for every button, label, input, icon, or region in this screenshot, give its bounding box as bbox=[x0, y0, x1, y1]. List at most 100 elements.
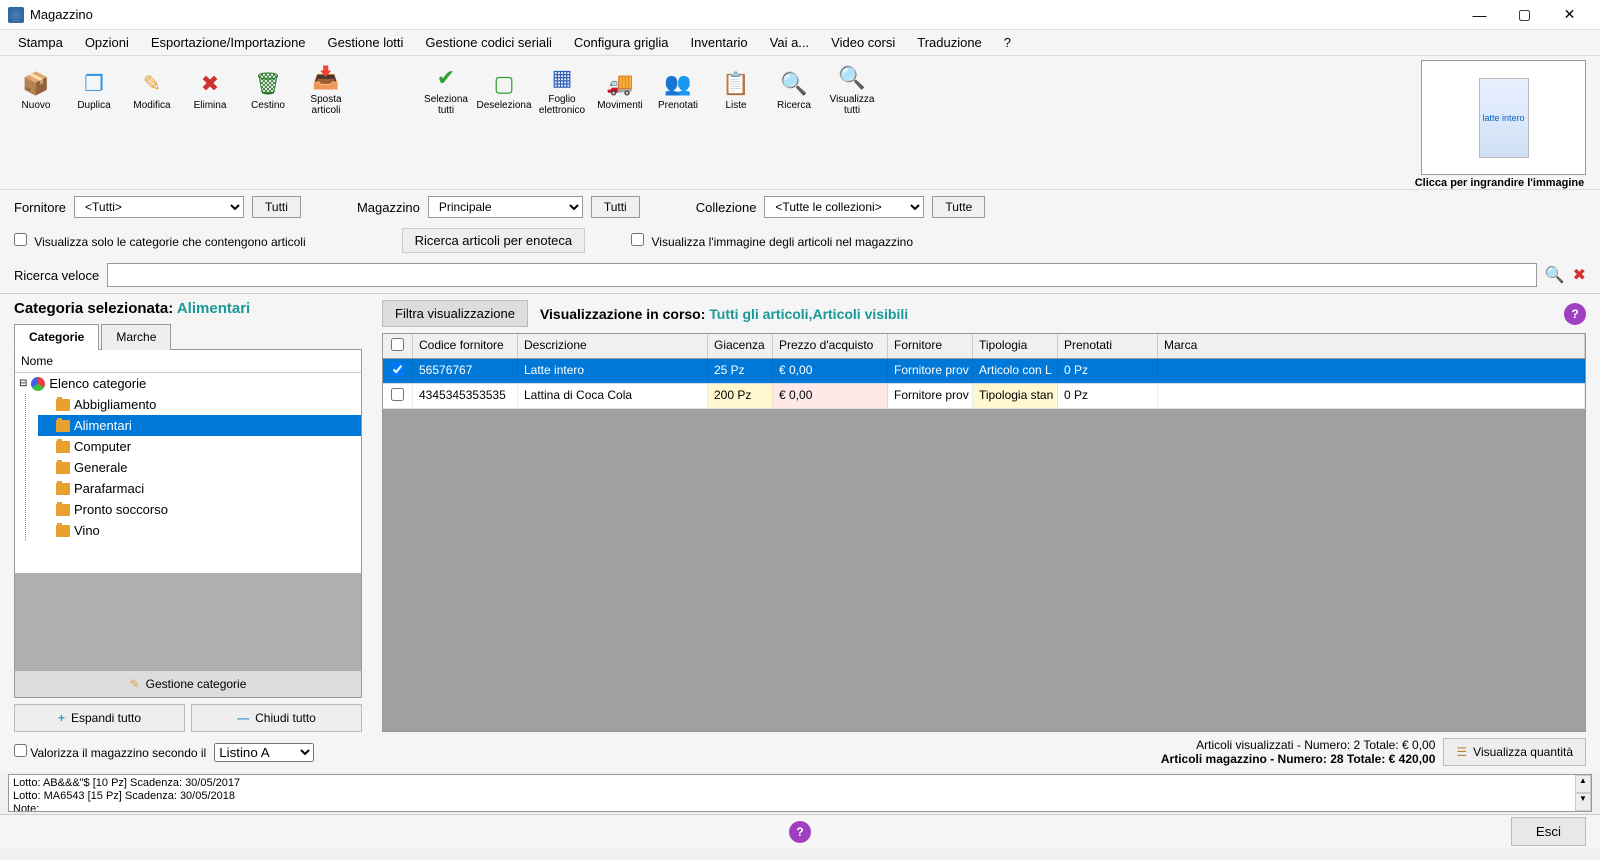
minimize-button[interactable]: — bbox=[1457, 0, 1502, 30]
fornitore-select[interactable]: <Tutti> bbox=[74, 196, 244, 218]
close-button[interactable]: ✕ bbox=[1547, 0, 1592, 30]
duplica-button[interactable]: ❐Duplica bbox=[66, 60, 122, 120]
help-bottom-icon[interactable]: ? bbox=[789, 821, 811, 843]
collezione-tutte-button[interactable]: Tutte bbox=[932, 196, 985, 218]
folder-icon bbox=[56, 483, 70, 495]
scroll-up[interactable]: ▲ bbox=[1575, 775, 1591, 793]
menu-gestione-lotti[interactable]: Gestione lotti bbox=[318, 31, 414, 54]
category-tree-box: Nome ⊟ Elenco categorie Abbigliamento Al… bbox=[14, 350, 362, 698]
visualizza-quantita-button[interactable]: ☰ Visualizza quantità bbox=[1443, 738, 1586, 766]
table-row[interactable]: 56576767Latte intero25 Pz€ 0,00Fornitore… bbox=[383, 359, 1585, 384]
collezione-select[interactable]: <Tutte le collezioni> bbox=[764, 196, 924, 218]
visualizza-tutti-button[interactable]: 🔍Visualizza tutti bbox=[824, 60, 880, 120]
move-icon: 📥 bbox=[312, 64, 340, 92]
status-bar: ? Esci bbox=[0, 814, 1600, 848]
ricerca-enoteca-button[interactable]: Ricerca articoli per enoteca bbox=[402, 228, 586, 253]
col-checkbox[interactable] bbox=[383, 334, 413, 358]
deseleziona-button[interactable]: ▢Deseleziona bbox=[476, 60, 532, 120]
duplicate-icon: ❐ bbox=[80, 70, 108, 98]
folder-icon bbox=[56, 504, 70, 516]
menu-configura-griglia[interactable]: Configura griglia bbox=[564, 31, 679, 54]
nuovo-button[interactable]: 📦Nuovo bbox=[8, 60, 64, 120]
fornitore-tutti-button[interactable]: Tutti bbox=[252, 196, 301, 218]
tree-item-alimentari[interactable]: Alimentari bbox=[38, 415, 361, 436]
tab-categorie[interactable]: Categorie bbox=[14, 324, 99, 350]
product-image: latte intero bbox=[1479, 78, 1529, 158]
valorizza-checkbox[interactable]: Valorizza il magazzino secondo il bbox=[14, 744, 206, 760]
tree-item-computer[interactable]: Computer bbox=[38, 436, 361, 457]
search-go-icon[interactable]: 🔍 bbox=[1545, 265, 1565, 285]
col-prenotati[interactable]: Prenotati bbox=[1058, 334, 1158, 358]
view-label: Visualizzazione in corso: Tutti gli arti… bbox=[540, 306, 908, 322]
deselect-icon: ▢ bbox=[490, 70, 518, 98]
gestione-categorie-button[interactable]: ✎ Gestione categorie bbox=[15, 670, 361, 697]
category-tree[interactable]: ⊟ Elenco categorie Abbigliamento Aliment… bbox=[15, 373, 361, 573]
col-marca[interactable]: Marca bbox=[1158, 334, 1585, 358]
esci-button[interactable]: Esci bbox=[1511, 817, 1586, 846]
chiudi-button[interactable]: — Chiudi tutto bbox=[191, 704, 362, 732]
menu-vai-a[interactable]: Vai a... bbox=[760, 31, 820, 54]
listino-select[interactable]: Listino A bbox=[214, 743, 314, 762]
tree-item-generale[interactable]: Generale bbox=[38, 457, 361, 478]
row-checkbox[interactable] bbox=[391, 388, 404, 401]
lotto-info[interactable]: Lotto: AB&&&"$ [10 Pz] Scadenza: 30/05/2… bbox=[8, 774, 1592, 812]
footer-row: Valorizza il magazzino secondo il Listin… bbox=[0, 732, 1600, 772]
foglio-button[interactable]: ▦Foglio elettronico bbox=[534, 60, 590, 120]
tab-marche[interactable]: Marche bbox=[101, 324, 171, 350]
articles-grid: Codice fornitore Descrizione Giacenza Pr… bbox=[382, 333, 1586, 732]
tree-item-parafarmaci[interactable]: Parafarmaci bbox=[38, 478, 361, 499]
prenotati-button[interactable]: 👥Prenotati bbox=[650, 60, 706, 120]
folder-icon bbox=[56, 441, 70, 453]
col-codice[interactable]: Codice fornitore bbox=[413, 334, 518, 358]
col-descrizione[interactable]: Descrizione bbox=[518, 334, 708, 358]
col-fornitore[interactable]: Fornitore bbox=[888, 334, 973, 358]
col-tipologia[interactable]: Tipologia bbox=[973, 334, 1058, 358]
row-checkbox[interactable] bbox=[391, 363, 404, 376]
help-icon[interactable]: ? bbox=[1564, 303, 1586, 325]
menu-video-corsi[interactable]: Video corsi bbox=[821, 31, 905, 54]
elimina-button[interactable]: ✖Elimina bbox=[182, 60, 238, 120]
table-row[interactable]: 4345345353535Lattina di Coca Cola200 Pz€… bbox=[383, 384, 1585, 409]
menu-inventario[interactable]: Inventario bbox=[681, 31, 758, 54]
search-clear-icon[interactable]: ✖ bbox=[1573, 265, 1586, 285]
magazzino-select[interactable]: Principale bbox=[428, 196, 583, 218]
lotto-line2: Lotto: MA6543 [15 Pz] Scadenza: 30/05/20… bbox=[13, 790, 1587, 803]
tree-item-abbigliamento[interactable]: Abbigliamento bbox=[38, 394, 361, 415]
tree-item-pronto-soccorso[interactable]: Pronto soccorso bbox=[38, 499, 361, 520]
filtra-visualizzazione-button[interactable]: Filtra visualizzazione bbox=[382, 300, 528, 327]
menu-stampa[interactable]: Stampa bbox=[8, 31, 73, 54]
cestino-button[interactable]: 🗑Cestino bbox=[240, 60, 296, 120]
menu-opzioni[interactable]: Opzioni bbox=[75, 31, 139, 54]
tree-root[interactable]: ⊟ Elenco categorie bbox=[15, 373, 361, 394]
options-row: Visualizza solo le categorie che conteng… bbox=[0, 224, 1600, 257]
spreadsheet-icon: ▦ bbox=[548, 64, 576, 92]
modifica-button[interactable]: ✎Modifica bbox=[124, 60, 180, 120]
col-giacenza[interactable]: Giacenza bbox=[708, 334, 773, 358]
menu-esportazione[interactable]: Esportazione/Importazione bbox=[141, 31, 316, 54]
menubar: Stampa Opzioni Esportazione/Importazione… bbox=[0, 30, 1600, 56]
menu-traduzione[interactable]: Traduzione bbox=[907, 31, 992, 54]
search-input[interactable] bbox=[107, 263, 1536, 287]
movimenti-button[interactable]: 🚚Movimenti bbox=[592, 60, 648, 120]
tree-item-vino[interactable]: Vino bbox=[38, 520, 361, 541]
visualizza-categorie-checkbox[interactable]: Visualizza solo le categorie che conteng… bbox=[14, 233, 306, 249]
col-prezzo[interactable]: Prezzo d'acquisto bbox=[773, 334, 888, 358]
menu-codici-seriali[interactable]: Gestione codici seriali bbox=[415, 31, 561, 54]
menu-help[interactable]: ? bbox=[994, 31, 1021, 54]
espandi-button[interactable]: + Espandi tutto bbox=[14, 704, 185, 732]
seleziona-tutti-button[interactable]: ✔Seleziona tutti bbox=[418, 60, 474, 120]
lotto-line3: Note: bbox=[13, 803, 1587, 812]
ricerca-button[interactable]: 🔍Ricerca bbox=[766, 60, 822, 120]
product-preview[interactable]: latte intero bbox=[1421, 60, 1586, 175]
minus-icon: — bbox=[237, 711, 249, 725]
visualizza-immagine-checkbox[interactable]: Visualizza l'immagine degli articoli nel… bbox=[631, 233, 913, 249]
sposta-button[interactable]: 📥Sposta articoli bbox=[298, 60, 354, 120]
folder-icon bbox=[56, 525, 70, 537]
liste-button[interactable]: 📋Liste bbox=[708, 60, 764, 120]
magazzino-tutti-button[interactable]: Tutti bbox=[591, 196, 640, 218]
collezione-label: Collezione bbox=[696, 200, 757, 215]
maximize-button[interactable]: ▢ bbox=[1502, 0, 1547, 30]
scroll-down[interactable]: ▼ bbox=[1575, 793, 1591, 811]
grid-body: 56576767Latte intero25 Pz€ 0,00Fornitore… bbox=[383, 359, 1585, 731]
lotto-line1: Lotto: AB&&&"$ [10 Pz] Scadenza: 30/05/2… bbox=[13, 777, 1587, 790]
